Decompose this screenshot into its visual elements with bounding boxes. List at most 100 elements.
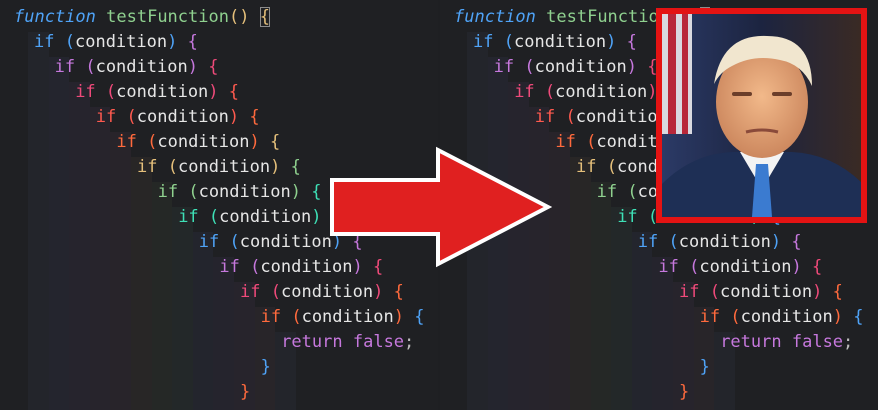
block-open-brace: { — [414, 307, 425, 327]
indent-guide — [131, 157, 152, 410]
condition-close-paren: ) — [228, 107, 240, 127]
indent-guide — [570, 157, 591, 410]
function-open-brace: { — [259, 7, 270, 27]
block-open-brace: { — [228, 82, 240, 102]
function-keyword: function — [14, 7, 96, 27]
if-keyword: if — [219, 257, 240, 277]
if-statement-line: if (condition) { — [178, 205, 342, 230]
indent-guide — [631, 232, 653, 410]
function-declaration-line: function testFunction() { — [14, 5, 270, 30]
if-keyword: if — [679, 282, 700, 302]
condition-identifier: condition — [740, 307, 833, 327]
condition-identifier: condition — [699, 257, 792, 277]
if-keyword: if — [637, 232, 659, 252]
if-statement-line: if (condition) { — [261, 305, 425, 330]
return-keyword: return — [720, 332, 782, 352]
block-open-brace: { — [853, 307, 864, 327]
condition-open-paren: ( — [730, 307, 741, 327]
if-statement-line: if (condition) { — [679, 280, 843, 305]
return-statement-line: return false; — [720, 330, 853, 355]
block-open-brace: { — [626, 32, 637, 52]
function-name: testFunction — [546, 7, 669, 27]
if-statement-line: if (condition) { — [34, 30, 198, 55]
block-open-brace: { — [311, 182, 322, 202]
meme-canvas: function testFunction() { if (condition)… — [0, 0, 878, 410]
return-statement-line: return false; — [281, 330, 414, 355]
condition-open-paren: ( — [544, 82, 556, 102]
condition-identifier: condition — [719, 282, 813, 302]
condition-open-paren: ( — [105, 82, 117, 102]
block-open-brace: { — [187, 32, 198, 52]
condition-identifier: condition — [678, 232, 771, 252]
condition-close-paren: ) — [167, 32, 178, 52]
if-statement-line: if (condition) { — [700, 305, 864, 330]
if-keyword: if — [699, 307, 721, 327]
condition-identifier: condition — [280, 282, 374, 302]
block-open-brace: { — [393, 282, 404, 302]
condition-open-paren: ( — [126, 107, 137, 127]
block-open-brace: { — [812, 257, 823, 277]
condition-close-paren: ) — [832, 307, 843, 327]
indent-guide — [172, 207, 193, 410]
condition-close-paren: ) — [606, 32, 617, 52]
condition-identifier: condition — [95, 57, 188, 77]
if-keyword: if — [555, 132, 576, 152]
if-keyword: if — [54, 57, 76, 77]
function-keyword: function — [454, 7, 536, 27]
condition-identifier: condition — [177, 157, 271, 177]
if-keyword: if — [157, 182, 179, 202]
condition-close-paren: ) — [208, 82, 219, 102]
indent-guide — [611, 207, 632, 410]
indent-guide — [110, 132, 131, 410]
condition-close-paren: ) — [249, 132, 260, 152]
condition-identifier: condition — [239, 232, 332, 252]
condition-open-paren: ( — [229, 232, 240, 252]
condition-close-paren: ) — [626, 57, 637, 77]
if-keyword: if — [116, 132, 137, 152]
indent-guide — [48, 57, 70, 410]
indent-guide — [192, 232, 214, 410]
condition-identifier: condition — [575, 107, 668, 127]
condition-open-paren: ( — [208, 207, 220, 227]
condition-open-paren: ( — [270, 282, 281, 302]
if-statement-line: if (condition) { — [658, 255, 822, 280]
portrait-photo-frame — [656, 8, 867, 223]
if-statement-line: if (condition) { — [638, 230, 802, 255]
if-keyword: if — [493, 57, 515, 77]
indent-guide — [549, 132, 570, 410]
condition-open-paren: ( — [524, 57, 535, 77]
block-open-brace: { — [791, 232, 802, 252]
condition-identifier: condition — [513, 32, 607, 52]
condition-close-paren: ) — [770, 232, 782, 252]
condition-close-paren: ) — [373, 282, 384, 302]
condition-identifier: condition — [136, 107, 229, 127]
condition-open-paren: ( — [689, 257, 700, 277]
params-open: ( — [228, 7, 240, 27]
condition-identifier: condition — [198, 182, 291, 202]
if-statement-line: if (condition) { — [96, 105, 260, 130]
if-statement-line: if (condition) { — [473, 30, 637, 55]
condition-close-paren: ) — [270, 157, 281, 177]
condition-identifier: condition — [74, 32, 168, 52]
if-keyword: if — [473, 32, 494, 52]
condition-open-paren: ( — [606, 157, 617, 177]
condition-identifier: condition — [157, 132, 250, 152]
condition-close-paren: ) — [812, 282, 823, 302]
condition-close-paren: ) — [393, 307, 404, 327]
condition-identifier: condition — [534, 57, 627, 77]
if-keyword: if — [576, 157, 597, 177]
if-statement-line: if (condition) { — [240, 280, 404, 305]
block-open-brace: { — [249, 107, 260, 127]
params-close: ) — [239, 7, 250, 27]
condition-open-paren: ( — [668, 232, 679, 252]
condition-open-paren: ( — [565, 107, 576, 127]
condition-open-paren: ( — [627, 182, 638, 202]
condition-open-paren: ( — [147, 132, 158, 152]
condition-open-paren: ( — [503, 32, 514, 52]
block-close-brace: } — [240, 382, 251, 402]
condition-close-paren: ) — [187, 57, 198, 77]
false-literal: false — [352, 332, 405, 352]
indent-guide — [89, 107, 111, 410]
condition-open-paren: ( — [291, 307, 302, 327]
return-keyword: return — [281, 332, 343, 352]
